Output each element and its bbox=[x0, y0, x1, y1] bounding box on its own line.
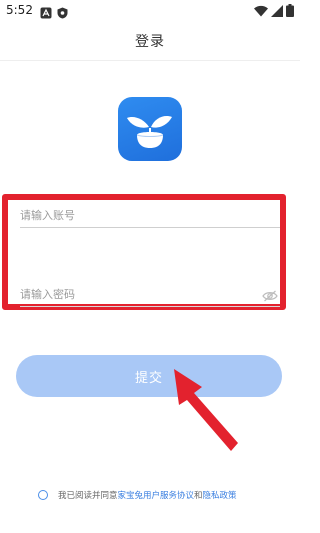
submit-button[interactable]: 提交 bbox=[16, 355, 282, 397]
header-divider bbox=[0, 60, 300, 61]
page-title: 登录 bbox=[135, 34, 165, 50]
password-field bbox=[20, 284, 280, 307]
status-time: 5:52 bbox=[6, 3, 33, 17]
annotation-arrow-icon bbox=[160, 363, 240, 462]
notification-a-icon bbox=[40, 4, 52, 23]
eye-off-icon[interactable] bbox=[262, 287, 278, 306]
agreement-row: 我已阅读并同意家宝兔用户服务协议和隐私政策 bbox=[38, 488, 237, 502]
agreement-and: 和 bbox=[194, 491, 203, 501]
shield-icon bbox=[57, 4, 68, 23]
signal-icon bbox=[271, 2, 283, 21]
password-input[interactable] bbox=[20, 284, 250, 304]
status-bar: 5:52 bbox=[0, 0, 300, 22]
app-logo-icon bbox=[118, 97, 182, 161]
terms-link[interactable]: 家宝兔用户服务协议 bbox=[118, 491, 195, 501]
agreement-prefix: 我已阅读并同意 bbox=[58, 491, 118, 501]
agree-radio[interactable] bbox=[38, 490, 48, 500]
privacy-link[interactable]: 隐私政策 bbox=[203, 491, 237, 501]
account-input[interactable] bbox=[20, 205, 250, 225]
account-field bbox=[20, 205, 280, 228]
battery-icon bbox=[286, 2, 294, 21]
agreement-text: 我已阅读并同意家宝兔用户服务协议和隐私政策 bbox=[58, 489, 237, 501]
wifi-icon bbox=[254, 2, 268, 21]
